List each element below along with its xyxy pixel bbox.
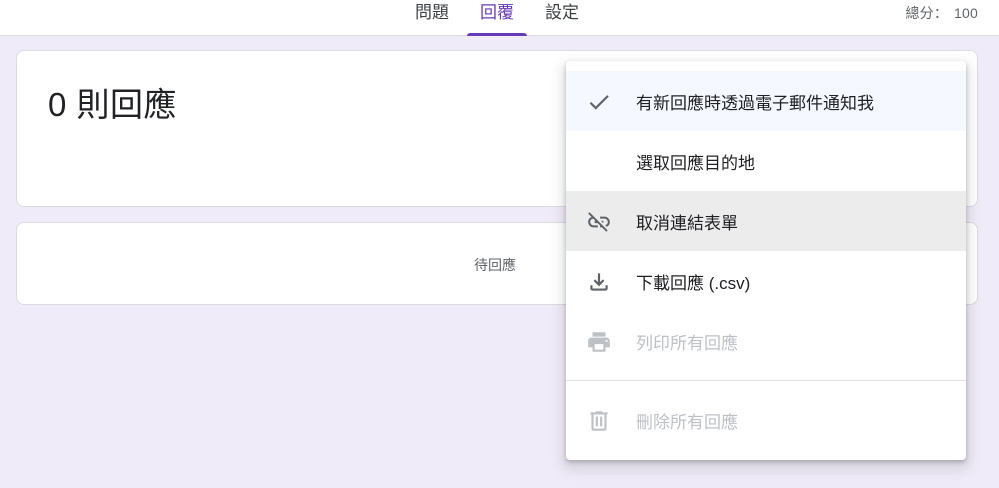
trash-icon [586,408,612,434]
menu-item-email-notify-label: 有新回應時透過電子郵件通知我 [636,93,874,113]
menu-item-delete-all: 刪除所有回應 [566,390,966,450]
total-score-value: 100 [954,5,978,21]
menu-divider [566,380,966,381]
menu-item-print-all: 列印所有回應 [566,311,966,371]
top-nav-bar: 問題 回覆 設定 總分： 100 [0,0,999,36]
print-icon [586,329,612,355]
menu-item-print-all-label: 列印所有回應 [636,333,738,353]
tab-settings-label: 設定 [545,3,579,22]
tab-settings[interactable]: 設定 [537,0,587,36]
link-off-icon [586,209,612,235]
download-icon [586,269,612,295]
pending-responses-text: 待回應 [474,257,516,273]
response-count: 0 則回應 [48,86,178,123]
menu-item-select-destination[interactable]: 選取回應目的地 [566,131,966,191]
total-score: 總分： 100 [905,3,978,23]
menu-item-download-csv[interactable]: 下載回應 (.csv) [566,251,966,311]
menu-item-delete-all-label: 刪除所有回應 [636,412,738,432]
check-icon [586,89,612,115]
active-tab-indicator [467,33,527,36]
responses-options-menu: 有新回應時透過電子郵件通知我 選取回應目的地 取消連結表單 下載回應 (.csv… [566,61,966,460]
menu-item-email-notify[interactable]: 有新回應時透過電子郵件通知我 [566,71,966,131]
tab-responses[interactable]: 回覆 [467,0,527,36]
tab-questions[interactable]: 問題 [406,0,458,36]
menu-item-download-csv-label: 下載回應 (.csv) [636,273,751,293]
tab-responses-label: 回覆 [480,3,514,22]
menu-item-unlink-form-label: 取消連結表單 [636,213,738,233]
tab-questions-label: 問題 [415,3,449,22]
menu-item-select-destination-label: 選取回應目的地 [636,153,755,173]
total-score-label: 總分： [905,5,949,21]
menu-item-unlink-form[interactable]: 取消連結表單 [566,191,966,251]
